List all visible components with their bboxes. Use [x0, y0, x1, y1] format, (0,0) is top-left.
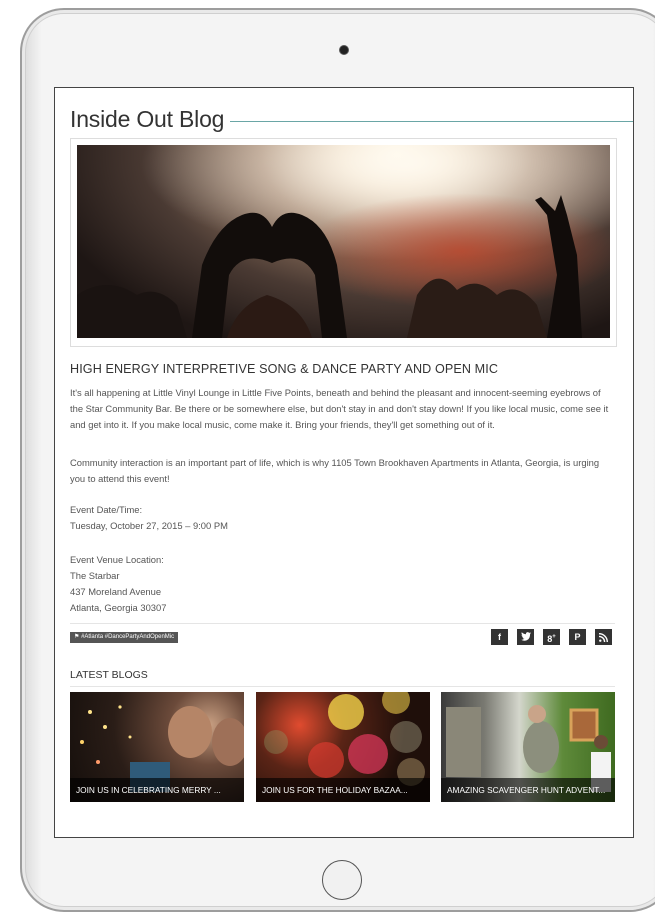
event-date-label: Event Date/Time: [70, 504, 143, 515]
camera-icon [339, 45, 349, 55]
blog-header: Inside Out Blog [70, 102, 633, 136]
post-paragraph: Community interaction is an important pa… [70, 457, 600, 484]
rss-icon [598, 632, 608, 642]
latest-blog-card[interactable]: JOIN US FOR THE HOLIDAY BAZAA... [256, 692, 430, 802]
blog-title: Inside Out Blog [70, 105, 225, 132]
divider [70, 623, 615, 624]
latest-blog-card[interactable]: AMAZING SCAVENGER HUNT ADVENT... [441, 692, 615, 802]
post-paragraph: It's all happening at Little Vinyl Loung… [70, 387, 609, 430]
twitter-share-button[interactable] [517, 629, 534, 645]
facebook-share-button[interactable]: f [491, 629, 508, 645]
hero-image-frame [70, 138, 617, 347]
rss-share-button[interactable] [595, 629, 612, 645]
latest-blog-card[interactable]: JOIN US IN CELEBRATING MERRY ... [70, 692, 244, 802]
googleplus-share-button[interactable]: 8+ [543, 629, 560, 645]
hero-image-concert[interactable] [77, 145, 610, 338]
concert-crowd-graphic [77, 145, 610, 338]
screen: Inside Out Blog HIGH ENERGY INTERPRETIVE… [54, 87, 634, 838]
tag-badge[interactable]: ⚑ #Atlanta #DancePartyAndOpenMic [70, 632, 179, 643]
tag-list: #Atlanta #DancePartyAndOpenMic [81, 634, 175, 640]
event-date-value: Tuesday, October 27, 2015 – 9:00 PM [70, 520, 228, 531]
card-caption: JOIN US IN CELEBRATING MERRY ... [70, 778, 244, 802]
divider [70, 686, 615, 687]
tag-icon: ⚑ [74, 634, 80, 640]
latest-blogs-heading: LATEST BLOGS [70, 669, 148, 681]
venue-city: Atlanta, Georgia 30307 [70, 602, 167, 613]
card-caption: JOIN US FOR THE HOLIDAY BAZAA... [256, 778, 430, 802]
venue-label: Event Venue Location: [70, 554, 164, 565]
venue-street: 437 Moreland Avenue [70, 586, 162, 597]
card-caption: AMAZING SCAVENGER HUNT ADVENT... [441, 778, 615, 802]
home-button[interactable] [322, 860, 362, 900]
title-divider [230, 120, 633, 122]
post-title[interactable]: HIGH ENERGY INTERPRETIVE SONG & DANCE PA… [70, 362, 498, 376]
pinterest-share-button[interactable]: P [569, 629, 586, 645]
venue-name: The Starbar [70, 570, 120, 581]
twitter-icon [520, 632, 531, 641]
